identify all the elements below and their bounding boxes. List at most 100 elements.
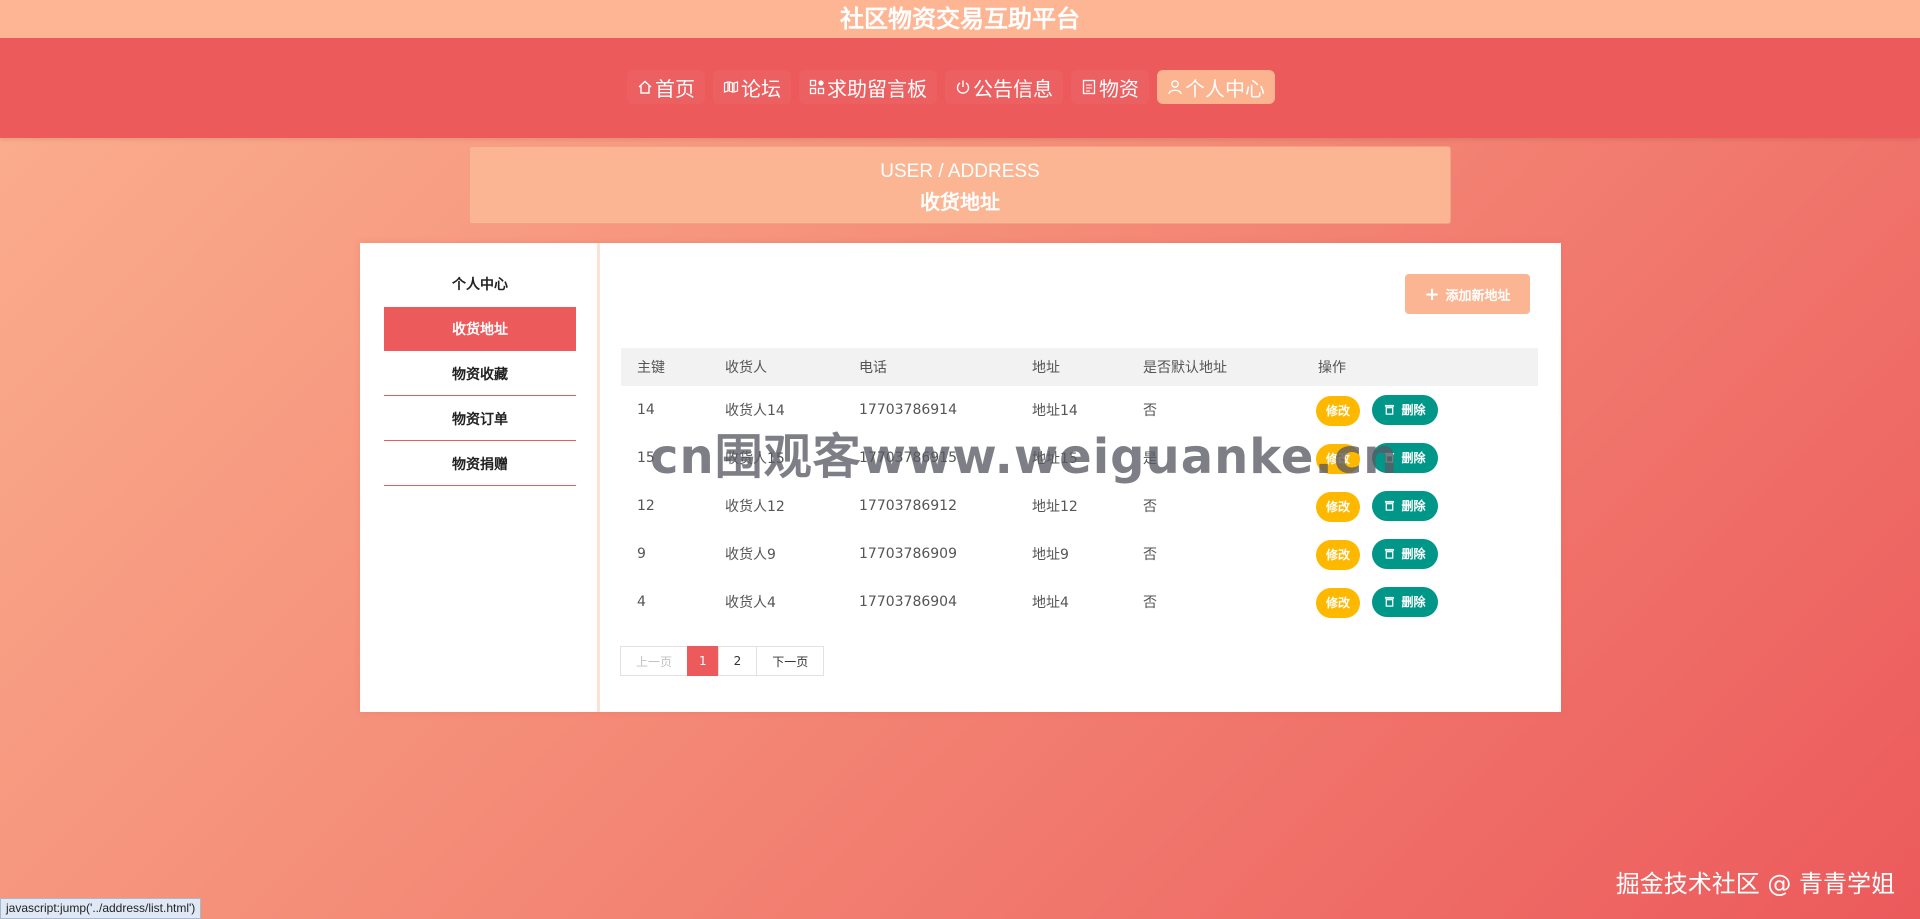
cell-id: 14 — [637, 402, 655, 418]
edit-button[interactable]: 修改 — [1316, 587, 1360, 618]
page-2-button[interactable]: 2 — [717, 646, 758, 676]
nav-help-board[interactable]: 求助留言板 — [799, 70, 937, 104]
sidebar-item-donations[interactable]: 物资捐赠 — [384, 442, 576, 486]
cell-name: 收货人15 — [725, 451, 785, 467]
nav-help-board-label: 求助留言板 — [827, 76, 927, 101]
delete-label: 删除 — [1401, 595, 1426, 609]
trash-icon — [1385, 404, 1395, 415]
page-header-en: USER / ADDRESS — [880, 161, 1040, 182]
cell-id: 15 — [637, 450, 655, 466]
content-panel: 个人中心 收货地址 物资收藏 物资订单 物资捐赠 + 添加新地址 主键 收货人 … — [360, 243, 1561, 712]
delete-button[interactable]: 删除 — [1372, 586, 1438, 617]
delete-button[interactable]: 删除 — [1372, 490, 1438, 521]
col-id: 主键 — [637, 360, 665, 376]
top-nav: 首页 论坛 求助留言板 公告信息 物资 个人中心 — [0, 38, 1920, 138]
cell-address: 地址14 — [1032, 403, 1078, 419]
add-address-label: 添加新地址 — [1445, 288, 1511, 304]
prev-page-button[interactable]: 上一页 — [620, 646, 689, 676]
sidebar: 个人中心 收货地址 物资收藏 物资订单 物资捐赠 — [360, 243, 600, 712]
cell-actions: 修改 删除 — [1302, 434, 1538, 482]
col-address: 地址 — [1032, 360, 1060, 376]
add-address-button[interactable]: + 添加新地址 — [1405, 274, 1530, 314]
cell-default: 否 — [1143, 547, 1157, 563]
cell-address: 地址4 — [1032, 595, 1069, 611]
cell-phone: 17703786909 — [859, 546, 957, 562]
cell-actions: 修改 删除 — [1302, 386, 1538, 434]
cell-name: 收货人4 — [725, 595, 776, 611]
document-icon — [1082, 79, 1096, 95]
forum-icon — [723, 81, 739, 93]
delete-label: 删除 — [1401, 451, 1426, 465]
cell-default: 是 — [1143, 451, 1157, 467]
page-1-button[interactable]: 1 — [687, 646, 719, 676]
table-row: 14 收货人14 17703786914 地址14 否 修改 删除 — [621, 386, 1538, 434]
sidebar-item-orders[interactable]: 物资订单 — [384, 397, 576, 441]
delete-label: 删除 — [1401, 403, 1426, 417]
table-header-row: 主键 收货人 电话 地址 是否默认地址 操作 — [621, 348, 1538, 386]
cell-name: 收货人14 — [725, 403, 785, 419]
nav-forum[interactable]: 论坛 — [713, 70, 791, 104]
app-title: 社区物资交易互助平台 — [840, 5, 1080, 33]
edit-button[interactable]: 修改 — [1316, 443, 1360, 474]
cell-actions: 修改 删除 — [1302, 482, 1538, 530]
nav-user-center-label: 个人中心 — [1185, 76, 1265, 101]
trash-icon — [1385, 452, 1395, 463]
edit-button[interactable]: 修改 — [1316, 395, 1360, 426]
nav-forum-label: 论坛 — [741, 76, 781, 101]
page-header: USER / ADDRESS 收货地址 — [469, 146, 1451, 224]
cell-actions: 修改 删除 — [1302, 578, 1538, 626]
user-icon — [1168, 80, 1182, 95]
cell-address: 地址15 — [1032, 451, 1078, 467]
cell-default: 否 — [1143, 595, 1157, 611]
cell-default: 否 — [1143, 403, 1157, 419]
nav-notice[interactable]: 公告信息 — [945, 70, 1063, 104]
edit-button[interactable]: 修改 — [1316, 539, 1360, 570]
grid-icon — [809, 79, 825, 95]
cell-address: 地址12 — [1032, 499, 1078, 515]
cell-address: 地址9 — [1032, 547, 1069, 563]
col-name: 收货人 — [725, 360, 767, 376]
sidebar-item-favorites[interactable]: 物资收藏 — [384, 352, 576, 396]
plus-icon: + — [1424, 283, 1440, 305]
cell-default: 否 — [1143, 499, 1157, 515]
edit-button[interactable]: 修改 — [1316, 491, 1360, 522]
cell-id: 12 — [637, 498, 655, 514]
delete-label: 删除 — [1401, 547, 1426, 561]
nav-items: 首页 论坛 求助留言板 公告信息 物资 个人中心 — [627, 70, 1275, 104]
cell-actions: 修改 删除 — [1302, 530, 1538, 578]
nav-home-label: 首页 — [655, 76, 695, 101]
delete-button[interactable]: 删除 — [1372, 538, 1438, 569]
table-row: 4 收货人4 17703786904 地址4 否 修改 删除 — [621, 578, 1538, 626]
cell-phone: 17703786912 — [859, 498, 957, 514]
power-icon — [956, 80, 970, 94]
nav-home[interactable]: 首页 — [627, 70, 705, 104]
delete-button[interactable]: 删除 — [1372, 394, 1438, 425]
table-row: 15 收货人15 17703786915 地址15 是 修改 删除 — [621, 434, 1538, 482]
trash-icon — [1385, 548, 1395, 559]
credit-watermark: 掘金技术社区 @ 青青学姐 — [1615, 870, 1895, 898]
cell-name: 收货人9 — [725, 547, 776, 563]
col-actions: 操作 — [1318, 360, 1346, 376]
cell-phone: 17703786915 — [859, 450, 957, 466]
col-phone: 电话 — [859, 360, 887, 376]
sidebar-item-address[interactable]: 收货地址 — [384, 307, 576, 351]
table-row: 9 收货人9 17703786909 地址9 否 修改 删除 — [621, 530, 1538, 578]
nav-goods[interactable]: 物资 — [1071, 70, 1149, 104]
sidebar-item-user-center[interactable]: 个人中心 — [384, 262, 576, 306]
delete-label: 删除 — [1401, 499, 1426, 513]
delete-button[interactable]: 删除 — [1372, 442, 1438, 473]
home-icon — [638, 80, 652, 94]
app-title-bar: 社区物资交易互助平台 — [0, 0, 1920, 38]
nav-notice-label: 公告信息 — [973, 76, 1053, 101]
table-row: 12 收货人12 17703786912 地址12 否 修改 删除 — [621, 482, 1538, 530]
cell-id: 4 — [637, 594, 646, 610]
trash-icon — [1385, 596, 1395, 607]
col-default: 是否默认地址 — [1143, 360, 1227, 376]
nav-goods-label: 物资 — [1099, 76, 1139, 101]
address-table: 主键 收货人 电话 地址 是否默认地址 操作 14 收货人14 17703786… — [621, 348, 1538, 626]
trash-icon — [1385, 500, 1395, 511]
next-page-button[interactable]: 下一页 — [756, 646, 825, 676]
cell-id: 9 — [637, 546, 646, 562]
cell-phone: 17703786904 — [859, 594, 957, 610]
nav-user-center[interactable]: 个人中心 — [1157, 70, 1275, 104]
